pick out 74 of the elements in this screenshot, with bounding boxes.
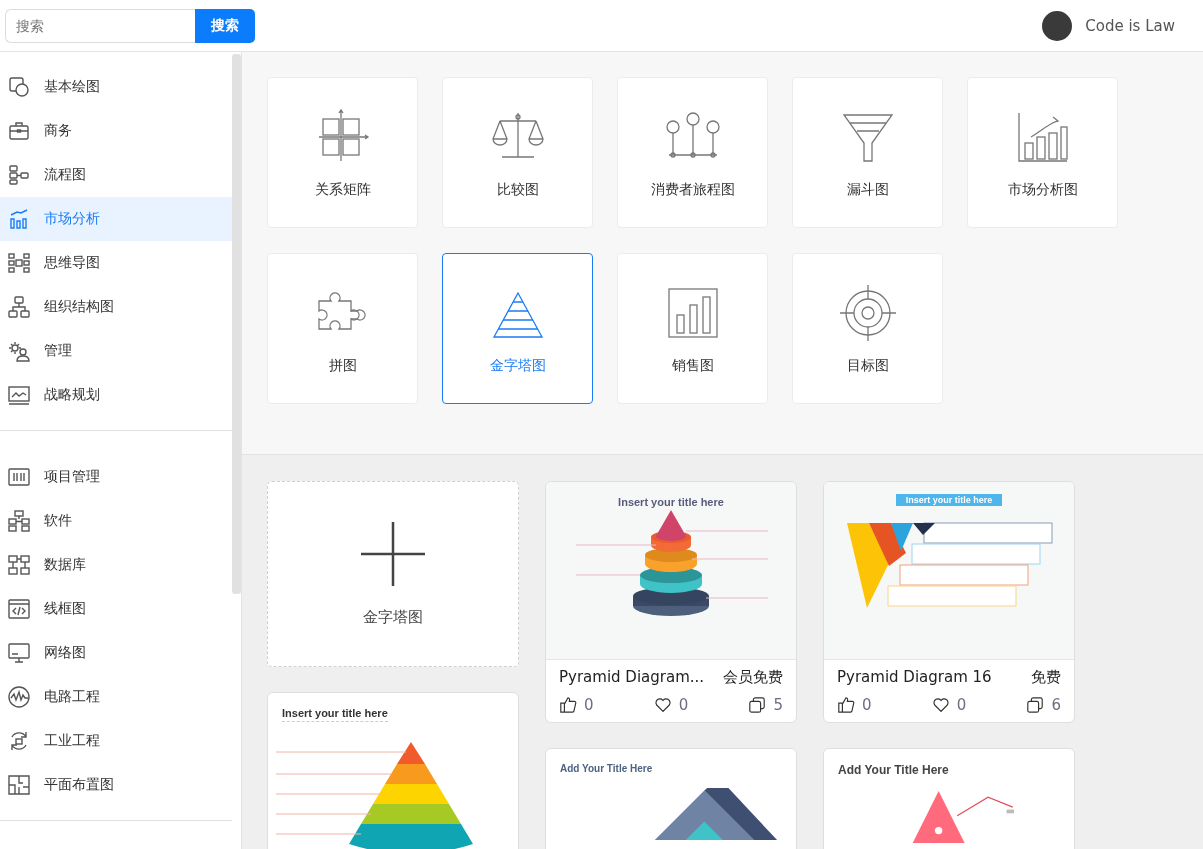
copy-icon <box>748 696 767 714</box>
category-tile[interactable]: 目标图 <box>792 253 943 404</box>
template-card[interactable]: Add Your Title Here <box>823 748 1075 849</box>
like-button[interactable]: 0 <box>837 696 872 714</box>
database-icon <box>7 553 31 577</box>
category-tile[interactable]: 比较图 <box>442 77 593 228</box>
gear-person-icon <box>7 339 31 363</box>
waveform-icon <box>7 685 31 709</box>
category-tile[interactable]: 消费者旅程图 <box>617 77 768 228</box>
copy-button[interactable]: 5 <box>748 696 783 714</box>
template-card[interactable]: Insert your title here Pyramid Diagram 16 免费 0 0 6 <box>823 481 1075 723</box>
thumbs-up-icon <box>559 696 577 714</box>
sidebar-item[interactable]: 管理 <box>0 329 232 373</box>
sidebar-item[interactable]: 电路工程 <box>0 675 232 719</box>
preview-title: Insert your title here <box>282 707 388 722</box>
sidebar-item[interactable]: 商务 <box>0 109 232 153</box>
price-label: 会员免费 <box>723 668 783 687</box>
category-tile[interactable]: 拼图 <box>267 253 418 404</box>
search-field[interactable]: 搜索 <box>5 8 195 43</box>
sidebar-item[interactable]: 线框图 <box>0 587 232 631</box>
monitor-icon <box>7 641 31 665</box>
favorite-button[interactable]: 0 <box>653 696 689 714</box>
shapes-icon <box>7 75 31 99</box>
new-diagram-label: 金字塔图 <box>363 607 423 627</box>
sidebar-item[interactable]: 工业工程 <box>0 719 232 763</box>
like-button[interactable]: 0 <box>559 696 594 714</box>
kanban-icon <box>7 465 31 489</box>
sidebar-item[interactable]: 基本绘图 <box>0 65 232 109</box>
sidebar-item[interactable]: 战略规划 <box>0 373 232 417</box>
hierarchy-icon <box>7 509 31 533</box>
thumbs-up-icon <box>837 696 855 714</box>
sidebar-item[interactable]: 数据库 <box>0 543 232 587</box>
template-title: Pyramid Diagram 16 <box>837 668 992 687</box>
sidebar-item[interactable]: 平面布置图 <box>0 763 232 807</box>
price-label: 免费 <box>1031 668 1061 687</box>
template-card[interactable]: Insert your title here Pyramid Diagram... 会员免费 0 0 5 <box>545 481 797 723</box>
user-name[interactable]: Code is Law <box>1085 16 1175 35</box>
sidebar-item[interactable]: 软件 <box>0 499 232 543</box>
category-tile[interactable]: 漏斗图 <box>792 77 943 228</box>
category-tile[interactable]: 销售图 <box>617 253 768 404</box>
briefcase-icon <box>7 119 31 143</box>
sidebar-item[interactable]: 市场分析 <box>0 197 232 241</box>
floor-plan-icon <box>7 773 31 797</box>
sidebar-item[interactable]: 组织结构图 <box>0 285 232 329</box>
target-icon <box>837 282 898 343</box>
preview-title: Insert your title here <box>895 494 1003 506</box>
category-tile[interactable]: 市场分析图 <box>967 77 1118 228</box>
monitor-line-icon <box>7 383 31 407</box>
preview-title: Add Your Title Here <box>560 763 653 774</box>
category-tile[interactable]: 关系矩阵 <box>267 77 418 228</box>
preview-title: Add Your Title Here <box>838 763 949 777</box>
sidebar-item[interactable]: 项目管理 <box>0 455 232 499</box>
sidebar-item[interactable]: 流程图 <box>0 153 232 197</box>
preview-title: Insert your title here <box>618 496 724 508</box>
heart-icon <box>931 696 950 714</box>
flowchart-icon <box>7 163 31 187</box>
favorite-button[interactable]: 0 <box>931 696 967 714</box>
code-window-icon <box>7 597 31 621</box>
copy-button[interactable]: 6 <box>1026 696 1061 714</box>
mind-map-icon <box>7 251 31 275</box>
avatar[interactable] <box>1042 10 1073 41</box>
heart-icon <box>653 696 672 714</box>
plus-icon <box>361 521 425 586</box>
template-card[interactable]: Add Your Title Here <box>545 748 797 849</box>
copy-icon <box>1026 696 1045 714</box>
org-chart-icon <box>7 295 31 319</box>
search-button[interactable]: 搜索 <box>195 8 255 43</box>
scrollbar[interactable] <box>232 54 241 594</box>
sidebar-item[interactable]: 思维导图 <box>0 241 232 285</box>
template-title: Pyramid Diagram... <box>559 668 705 687</box>
template-card[interactable]: Insert your title here <box>267 692 519 849</box>
category-tile[interactable]: 金字塔图 <box>442 253 593 404</box>
sidebar-item[interactable]: 网络图 <box>0 631 232 675</box>
new-diagram-card[interactable]: 金字塔图 <box>267 481 519 667</box>
